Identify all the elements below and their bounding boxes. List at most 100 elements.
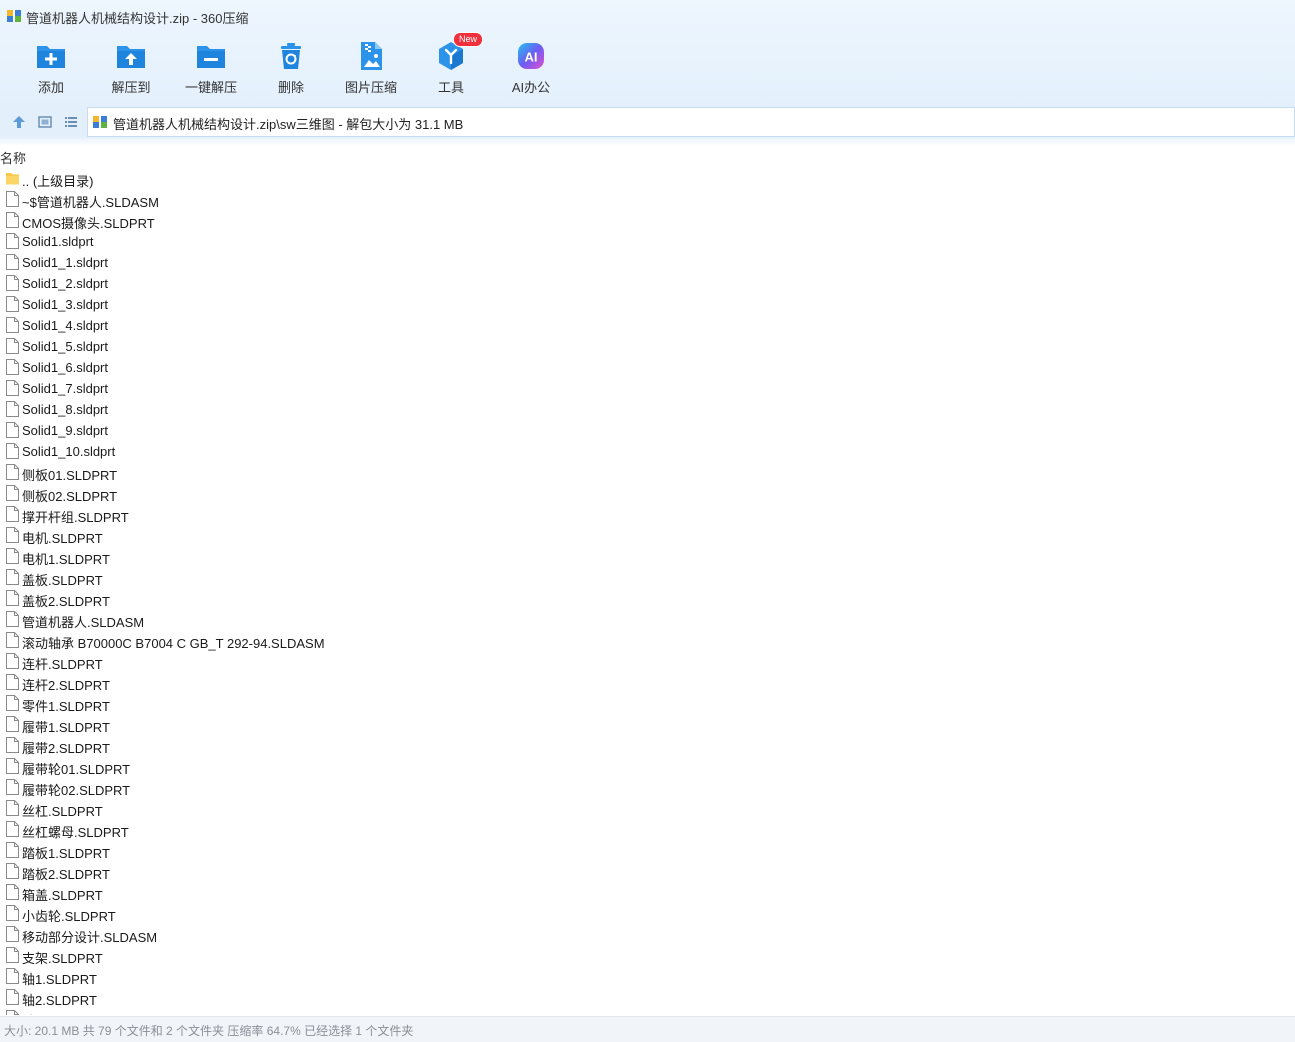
file-icon (6, 296, 19, 312)
file-row[interactable]: CMOS摄像头.SLDPRT (0, 210, 1295, 231)
file-row[interactable]: Solid1_6.sldprt (0, 357, 1295, 378)
file-icon (6, 611, 19, 627)
file-icon (6, 359, 19, 375)
file-icon (6, 527, 19, 543)
archive-file-icon (93, 116, 107, 128)
file-name: 箱盖.SLDPRT (22, 888, 103, 903)
file-row[interactable]: 盖板2.SLDPRT (0, 588, 1295, 609)
file-row[interactable]: 连杆.SLDPRT (0, 651, 1295, 672)
file-name: 踏板2.SLDPRT (22, 867, 110, 882)
file-row[interactable]: 轴1.SLDPRT (0, 966, 1295, 987)
address-row: 管道机器人机械结构设计.zip\sw三维图 - 解包大小为 31.1 MB (0, 106, 1295, 138)
file-icon (6, 401, 19, 417)
file-name: Solid1_3.sldprt (22, 297, 108, 312)
file-row[interactable]: 履带2.SLDPRT (0, 735, 1295, 756)
file-name: 撑开杆组.SLDPRT (22, 510, 129, 525)
file-icon (6, 758, 19, 774)
file-icon (6, 632, 19, 648)
image-compress-icon (361, 42, 382, 70)
file-row[interactable]: ~$管道机器人.SLDASM (0, 189, 1295, 210)
file-row[interactable]: 撑开杆组.SLDPRT (0, 504, 1295, 525)
one-click-extract-button[interactable]: 一键解压 (171, 32, 251, 102)
file-row[interactable]: Solid1_8.sldprt (0, 399, 1295, 420)
file-icon (6, 212, 19, 228)
file-icon (6, 695, 19, 711)
file-row[interactable]: 侧板02.SLDPRT (0, 483, 1295, 504)
file-row[interactable]: 轴2.SLDPRT (0, 987, 1295, 1008)
file-row[interactable]: Solid1_5.sldprt (0, 336, 1295, 357)
file-row[interactable]: 电机1.SLDPRT (0, 546, 1295, 567)
file-icon (6, 926, 19, 942)
one-click-extract-label: 一键解压 (184, 80, 237, 95)
file-row[interactable]: 丝杠.SLDPRT (0, 798, 1295, 819)
file-name: 管道机器人.SLDASM (22, 615, 145, 630)
delete-icon (281, 43, 301, 69)
file-row[interactable]: 轴3.SLDPRT (0, 1008, 1295, 1015)
add-button[interactable]: 添加 (11, 32, 91, 102)
parent-folder-row[interactable]: .. (上级目录) (0, 168, 1295, 189)
file-icon (6, 863, 19, 879)
file-row[interactable]: 箱盖.SLDPRT (0, 882, 1295, 903)
file-row[interactable]: Solid1_1.sldprt (0, 252, 1295, 273)
file-list[interactable]: .. (上级目录) ~$管道机器人.SLDASM CMOS摄像头.SLDPRT Sol… (0, 168, 1295, 1015)
file-row[interactable]: Solid1_9.sldprt (0, 420, 1295, 441)
file-name: Solid1.sldprt (22, 234, 94, 249)
file-name: 踏板1.SLDPRT (22, 846, 110, 861)
file-row[interactable]: 履带1.SLDPRT (0, 714, 1295, 735)
file-row[interactable]: 小齿轮.SLDPRT (0, 903, 1295, 924)
column-name-label: 名称 (0, 151, 27, 166)
file-row[interactable]: 盖板.SLDPRT (0, 567, 1295, 588)
file-name: Solid1_9.sldprt (22, 423, 108, 438)
file-icon (6, 275, 19, 291)
file-name: 盖板2.SLDPRT (22, 594, 110, 609)
tools-button[interactable]: New 工具 (411, 32, 491, 102)
up-arrow-icon[interactable] (11, 114, 27, 130)
file-name: 小齿轮.SLDPRT (22, 909, 116, 924)
file-row[interactable]: 履带轮01.SLDPRT (0, 756, 1295, 777)
file-row[interactable]: 支架.SLDPRT (0, 945, 1295, 966)
file-row[interactable]: 零件1.SLDPRT (0, 693, 1295, 714)
file-row[interactable]: 踏板1.SLDPRT (0, 840, 1295, 861)
file-icon (6, 233, 19, 249)
file-row[interactable]: Solid1_3.sldprt (0, 294, 1295, 315)
file-icon (6, 548, 19, 564)
file-name: 轴3.SLDPRT (22, 1011, 97, 1015)
add-label: 添加 (37, 80, 64, 95)
file-row[interactable]: 履带轮02.SLDPRT (0, 777, 1295, 798)
file-name: 连杆.SLDPRT (22, 657, 103, 672)
file-row[interactable]: 电机.SLDPRT (0, 525, 1295, 546)
column-header[interactable]: 名称 (0, 146, 1295, 166)
extract-to-button[interactable]: 解压到 (91, 32, 171, 102)
delete-label: 删除 (277, 80, 304, 95)
separator (0, 138, 1295, 146)
ai-office-button[interactable]: AI AI办公 (491, 32, 571, 102)
file-row[interactable]: Solid1_7.sldprt (0, 378, 1295, 399)
header-area: 管道机器人机械结构设计.zip - 360压缩 添加 解压到 一键解压 删除 图… (0, 0, 1295, 106)
file-row[interactable]: 丝杠螺母.SLDPRT (0, 819, 1295, 840)
file-row[interactable]: 踏板2.SLDPRT (0, 861, 1295, 882)
file-row[interactable]: 侧板01.SLDPRT (0, 462, 1295, 483)
file-name: 轴1.SLDPRT (22, 972, 97, 987)
address-bar[interactable]: 管道机器人机械结构设计.zip\sw三维图 - 解包大小为 31.1 MB (87, 107, 1295, 137)
window-title: 管道机器人机械结构设计.zip - 360压缩 (26, 11, 249, 26)
file-name: 履带1.SLDPRT (22, 720, 110, 735)
title-bar: 管道机器人机械结构设计.zip - 360压缩 (0, 0, 1295, 32)
file-row[interactable]: Solid1.sldprt (0, 231, 1295, 252)
file-row[interactable]: Solid1_10.sldprt (0, 441, 1295, 462)
file-icon (6, 1010, 19, 1015)
file-row[interactable]: Solid1_2.sldprt (0, 273, 1295, 294)
file-row[interactable]: 连杆2.SLDPRT (0, 672, 1295, 693)
thumbnail-view-icon[interactable] (37, 114, 53, 130)
file-row[interactable]: 管道机器人.SLDASM (0, 609, 1295, 630)
file-name: 滚动轴承 B70000C B7004 C GB_T 292-94.SLDASM (22, 636, 325, 651)
delete-button[interactable]: 删除 (251, 32, 331, 102)
list-view-icon[interactable] (63, 114, 79, 130)
new-badge: New (453, 32, 484, 47)
file-name: 履带2.SLDPRT (22, 741, 110, 756)
file-row[interactable]: Solid1_4.sldprt (0, 315, 1295, 336)
file-row[interactable]: 移动部分设计.SLDASM (0, 924, 1295, 945)
file-row[interactable]: 滚动轴承 B70000C B7004 C GB_T 292-94.SLDASM (0, 630, 1295, 651)
file-icon (6, 842, 19, 858)
image-compress-button[interactable]: 图片压缩 (331, 32, 411, 102)
file-icon (6, 947, 19, 963)
